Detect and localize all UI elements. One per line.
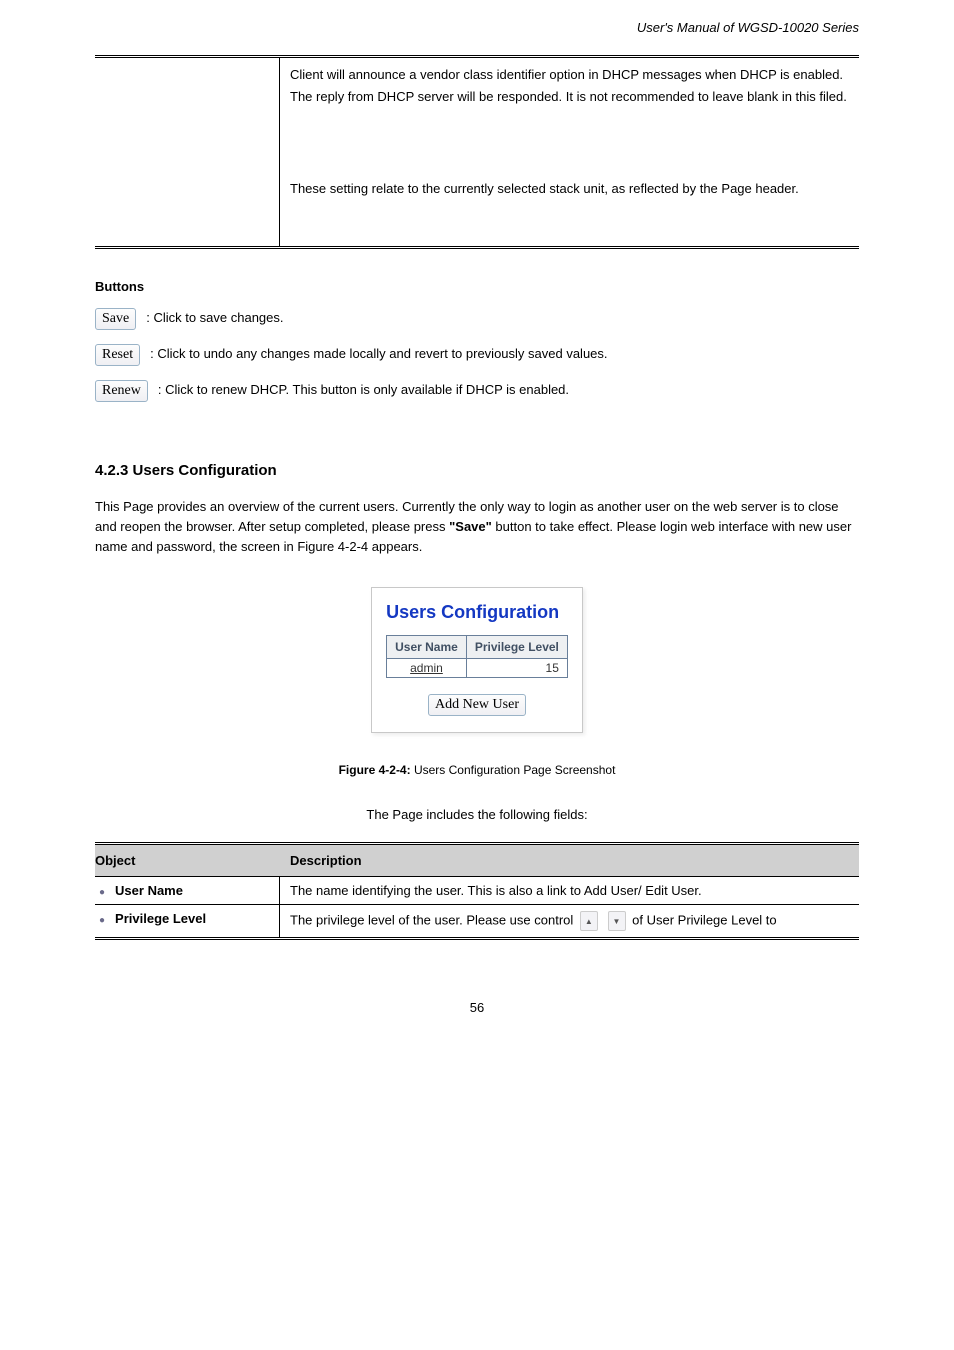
params-header-row: Object Description bbox=[95, 845, 859, 876]
cell-privilege: 15 bbox=[466, 659, 567, 678]
renew-desc: : Click to renew DHCP. This button is on… bbox=[158, 380, 859, 400]
fig-number: Figure 4-2-4: bbox=[339, 763, 411, 777]
buttons-heading: Buttons bbox=[95, 279, 859, 294]
save-desc: : Click to save changes. bbox=[146, 308, 859, 328]
caret-up-icon: ▲ bbox=[581, 912, 597, 930]
users-table-header: User Name Privilege Level bbox=[387, 636, 568, 659]
bullet-icon: ● bbox=[99, 887, 105, 898]
top-overflow-left bbox=[95, 58, 280, 246]
section-heading: 4.2.3 Users Configuration bbox=[95, 462, 859, 479]
param-row-privilege: ● Privilege Level The privilege level of… bbox=[95, 905, 859, 937]
overflow-p1: Client will announce a vendor class iden… bbox=[290, 64, 859, 108]
col-privilege: Privilege Level bbox=[466, 636, 567, 659]
users-table-row: admin 15 bbox=[387, 659, 568, 678]
spinner-up-icon[interactable]: ▲ bbox=[580, 911, 598, 931]
add-new-user-button[interactable]: Add New User bbox=[428, 694, 526, 716]
manual-title: User's Manual of WGSD-10020 Series bbox=[95, 20, 859, 35]
top-overflow-row: Client will announce a vendor class iden… bbox=[95, 58, 859, 246]
page-includes-caption: The Page includes the following fields: bbox=[95, 807, 859, 822]
param-name-privilege: Privilege Level bbox=[115, 911, 206, 926]
cell-username[interactable]: admin bbox=[387, 659, 467, 678]
renew-button[interactable]: Renew bbox=[95, 380, 148, 402]
section-paragraph: This Page provides an overview of the cu… bbox=[95, 497, 859, 557]
param-desc-privilege-b: of User Privilege Level to bbox=[632, 912, 777, 927]
para1-save-bold: "Save" bbox=[449, 519, 492, 534]
top-overflow-right: Client will announce a vendor class iden… bbox=[280, 58, 859, 246]
spinner-down-icon[interactable]: ▼ bbox=[608, 911, 626, 931]
hr-mid bbox=[95, 246, 859, 249]
param-desc-privilege-a: The privilege level of the user. Please … bbox=[290, 912, 577, 927]
param-name-username: User Name bbox=[115, 883, 183, 898]
section-title: Users Configuration bbox=[133, 462, 277, 479]
params-head-desc: Description bbox=[280, 845, 859, 876]
params-head-object: Object bbox=[95, 845, 280, 876]
figure-caption: Figure 4-2-4: Users Configuration Page S… bbox=[95, 763, 859, 777]
overflow-p2: These setting relate to the currently se… bbox=[290, 178, 859, 200]
fig-desc: Users Configuration Page Screenshot bbox=[414, 763, 615, 777]
bullet-icon: ● bbox=[99, 915, 105, 926]
param-desc-username: The name identifying the user. This is a… bbox=[280, 877, 859, 904]
save-button[interactable]: Save bbox=[95, 308, 136, 330]
users-table: User Name Privilege Level admin 15 bbox=[386, 635, 568, 678]
col-username: User Name bbox=[387, 636, 467, 659]
params-hr-bottom bbox=[95, 937, 859, 940]
param-row-username: ● User Name The name identifying the use… bbox=[95, 877, 859, 904]
reset-desc: : Click to undo any changes made locally… bbox=[150, 344, 859, 364]
page-number: 56 bbox=[95, 1000, 859, 1015]
section-number: 4.2.3 bbox=[95, 462, 128, 479]
caret-down-icon: ▼ bbox=[609, 912, 625, 930]
reset-button[interactable]: Reset bbox=[95, 344, 140, 366]
users-config-title: Users Configuration bbox=[386, 602, 568, 623]
users-config-screenshot: Users Configuration User Name Privilege … bbox=[95, 587, 859, 733]
